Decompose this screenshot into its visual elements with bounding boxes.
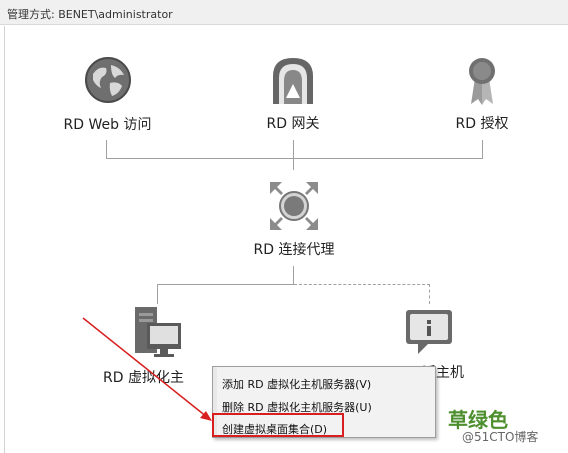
server-monitor-icon <box>135 307 181 357</box>
connector-dashed-line <box>429 284 430 304</box>
node-rd-connection-broker[interactable]: RD 连接代理 <box>240 180 348 259</box>
node-label: RD 连接代理 <box>253 242 335 258</box>
node-rd-virtualization-host[interactable]: RD 虚拟化主 <box>103 305 213 387</box>
session-host-icon <box>406 310 452 354</box>
node-rd-web-access[interactable]: RD Web 访问 <box>60 56 155 134</box>
connector-line <box>482 140 483 158</box>
node-label: RD Web 访问 <box>63 117 152 133</box>
globe-icon <box>84 57 131 103</box>
connector-line <box>106 158 483 159</box>
connector-line <box>106 140 107 158</box>
connector-line <box>157 284 158 304</box>
highlight-box <box>212 413 344 437</box>
connector-line <box>157 284 294 285</box>
menu-item-add-virtualization-host[interactable]: 添加 RD 虚拟化主机服务器(V) <box>222 376 371 392</box>
title-bar: 管理方式: BENET\administrator <box>0 0 568 25</box>
node-label: RD 网关 <box>266 116 320 132</box>
window-title: 管理方式: BENET\administrator <box>7 8 173 21</box>
node-label: RD 虚拟化主 <box>103 370 184 386</box>
connector-line <box>293 266 294 284</box>
node-rd-gateway[interactable]: RD 网关 <box>255 56 331 133</box>
broker-icon <box>270 182 318 230</box>
node-rd-licensing[interactable]: RD 授权 <box>445 56 519 133</box>
connector-line <box>293 140 294 170</box>
certificate-icon <box>469 58 495 105</box>
connector-dashed-line <box>294 284 430 285</box>
gateway-icon <box>273 58 313 104</box>
node-label: RD 授权 <box>455 116 509 132</box>
watermark-source: @51CTO博客 <box>462 430 539 444</box>
